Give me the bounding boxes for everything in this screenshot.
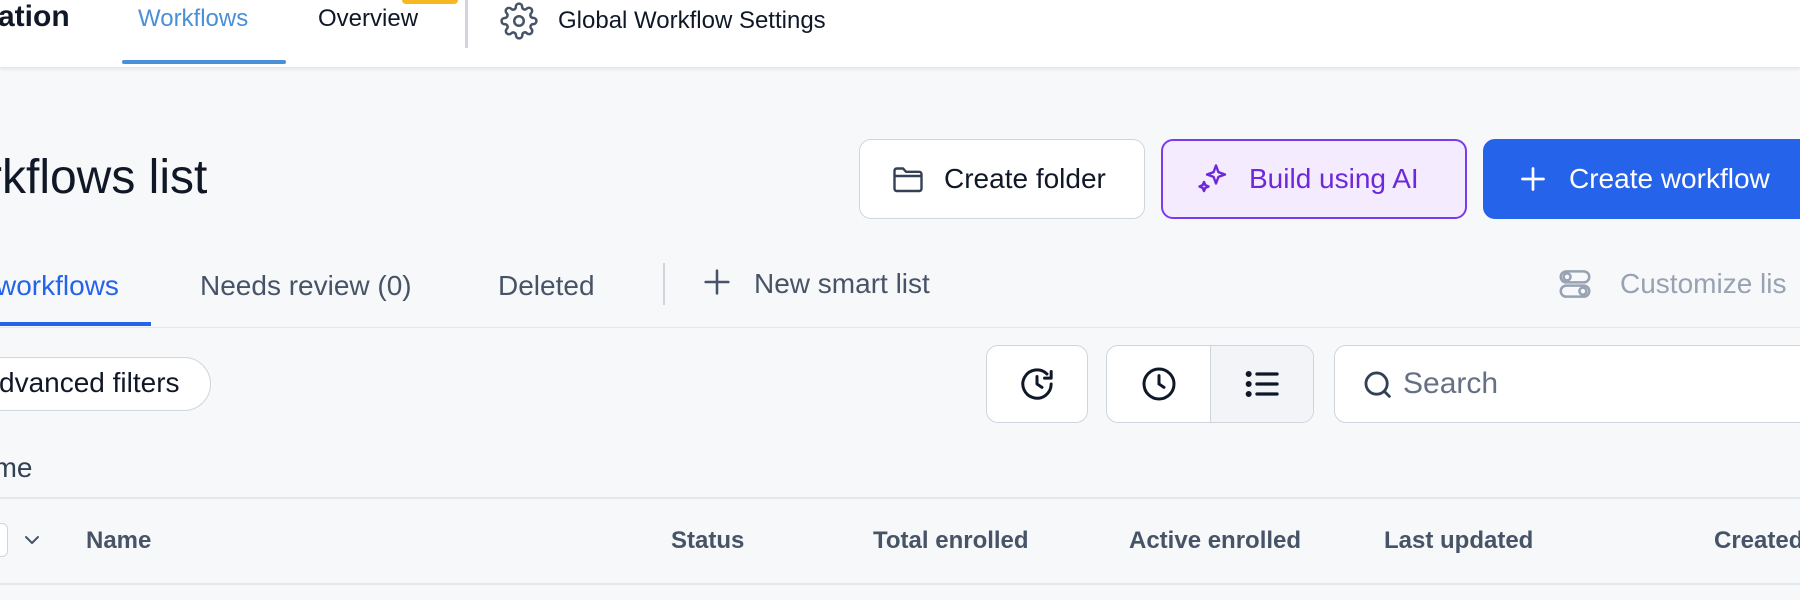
create-workflow-label: Create workflow bbox=[1569, 163, 1770, 194]
tab-overview[interactable]: Overview bbox=[318, 4, 418, 34]
chevron-down-icon[interactable] bbox=[20, 528, 44, 552]
column-header-created[interactable]: Created bbox=[1714, 526, 1800, 556]
advanced-filters-button[interactable]: dvanced filters bbox=[0, 357, 211, 411]
select-all-checkbox[interactable] bbox=[0, 523, 8, 557]
tab-active-indicator bbox=[122, 60, 286, 64]
page-title: rkflows list bbox=[0, 151, 208, 204]
column-header-active-enrolled[interactable]: Active enrolled bbox=[1129, 526, 1301, 556]
gear-icon[interactable] bbox=[500, 2, 538, 40]
history-icon bbox=[1021, 368, 1053, 400]
new-badge bbox=[402, 0, 458, 4]
search-box bbox=[1334, 345, 1800, 423]
search-input[interactable] bbox=[1403, 360, 1800, 408]
subtabs-divider-line bbox=[0, 327, 1800, 328]
column-header-total-enrolled[interactable]: Total enrolled bbox=[873, 526, 1029, 556]
customize-list-button[interactable]: Customize lis bbox=[1620, 266, 1786, 302]
table-header-border bbox=[0, 583, 1800, 585]
history-button[interactable] bbox=[986, 345, 1088, 423]
search-icon bbox=[1364, 371, 1391, 398]
build-ai-label: Build using AI bbox=[1249, 163, 1419, 194]
subtab-active-indicator bbox=[0, 322, 151, 326]
top-nav: ation Workflows Overview Global Workflow… bbox=[0, 0, 1800, 68]
build-using-ai-button[interactable]: Build using AI bbox=[1161, 139, 1467, 219]
global-workflow-settings-link[interactable]: Global Workflow Settings bbox=[558, 6, 826, 36]
subtab-all-workflows[interactable]: workflows bbox=[0, 268, 119, 304]
subtab-needs-review[interactable]: Needs review (0) bbox=[200, 268, 412, 304]
create-folder-button[interactable]: Create folder bbox=[859, 139, 1145, 219]
column-header-last-updated[interactable]: Last updated bbox=[1384, 526, 1533, 556]
subtab-deleted[interactable]: Deleted bbox=[498, 268, 595, 304]
view-toggle bbox=[1106, 345, 1314, 423]
list-view-toggle[interactable] bbox=[1210, 346, 1313, 422]
nav-divider bbox=[465, 0, 468, 48]
sparkle-icon bbox=[1198, 164, 1227, 193]
column-header-name[interactable]: Name bbox=[86, 526, 151, 556]
customize-icon[interactable] bbox=[1556, 265, 1594, 303]
tab-workflows[interactable]: Workflows bbox=[138, 4, 248, 34]
new-smart-list-button[interactable]: New smart list bbox=[754, 266, 930, 302]
create-workflow-button[interactable]: Create workflow bbox=[1483, 139, 1800, 219]
folder-icon bbox=[893, 167, 923, 193]
plus-icon bbox=[1521, 167, 1545, 191]
breadcrumb[interactable]: ome bbox=[0, 451, 32, 485]
subtab-divider bbox=[663, 263, 665, 305]
column-header-status[interactable]: Status bbox=[671, 526, 744, 556]
create-folder-label: Create folder bbox=[944, 163, 1106, 194]
list-icon bbox=[1245, 370, 1279, 398]
plus-icon[interactable] bbox=[700, 265, 734, 299]
recent-view-toggle[interactable] bbox=[1107, 346, 1210, 422]
clock-icon bbox=[1142, 367, 1175, 401]
app-title: ation bbox=[0, 0, 70, 33]
